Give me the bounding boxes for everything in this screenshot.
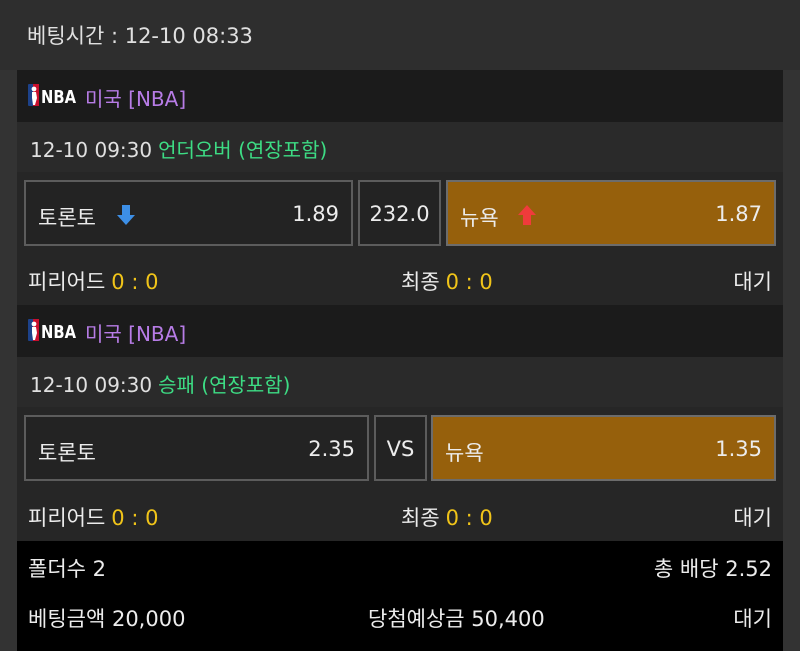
home-odds: 2.35 (308, 437, 355, 461)
arrow-up-icon (518, 205, 536, 225)
expected-win: 당첨예상금 50,400 (368, 607, 545, 631)
home-team-name: 토론토 (38, 441, 96, 465)
arrow-down-icon (117, 205, 135, 225)
bet-summary: 폴더수 2 총 배당 2.52 베팅금액 20,000 당첨예상금 50,400… (17, 541, 783, 651)
away-odds: 1.35 (715, 437, 762, 461)
vs-label: VS (386, 437, 415, 461)
away-odds-button[interactable]: 뉴욕 1.35 (431, 415, 776, 481)
game-status: 대기 (733, 506, 772, 530)
home-odds-button[interactable]: 토론토 2.35 (24, 415, 369, 481)
folder-count: 폴더수 2 (28, 557, 106, 581)
final-label: 최종 (401, 506, 440, 530)
total-odds: 총 배당 2.52 (653, 557, 772, 581)
period-label: 피리어드 (28, 270, 106, 294)
away-odds: 1.87 (715, 202, 762, 226)
svg-text:NBA: NBA (41, 87, 76, 106)
final-score: 0 : 0 (445, 506, 493, 530)
game-status: 대기 (733, 270, 772, 294)
line-value-box: 232.0 (358, 180, 441, 246)
market-type: 언더오버 (연장포함) (158, 138, 328, 162)
away-team-name: 뉴욕 (445, 441, 484, 465)
period-score: 0 : 0 (111, 506, 159, 530)
game-info: 12-10 09:30 승패 (연장포함) (17, 357, 783, 407)
league-header: NBA 미국 [NBA] (17, 305, 783, 357)
bet-time-text: 베팅시간 : 12-10 08:33 (27, 24, 253, 48)
vs-box: VS (374, 415, 427, 481)
period-score: 0 : 0 (111, 270, 159, 294)
bet-status: 대기 (733, 607, 772, 631)
market-type: 승패 (연장포함) (158, 373, 291, 397)
league-name: 미국 [NBA] (85, 322, 187, 346)
league-name: 미국 [NBA] (85, 87, 187, 111)
score-line: 피리어드 0 : 0 최종 0 : 0 대기 (17, 489, 783, 541)
home-team-name: 토론토 (38, 206, 96, 230)
home-odds-button[interactable]: 토론토 1.89 (24, 180, 353, 246)
nba-logo-icon: NBA (28, 319, 76, 341)
period-label: 피리어드 (28, 506, 106, 530)
final-label: 최종 (401, 270, 440, 294)
bet-amount: 베팅금액 20,000 (28, 607, 186, 631)
league-header: NBA 미국 [NBA] (17, 70, 783, 122)
nba-logo-icon: NBA (28, 84, 76, 106)
away-odds-button[interactable]: 뉴욕 1.87 (446, 180, 776, 246)
game-info: 12-10 09:30 언더오버 (연장포함) (17, 122, 783, 172)
line-value: 232.0 (369, 202, 430, 226)
summary-row: 폴더수 2 총 배당 2.52 (17, 541, 783, 591)
summary-row: 베팅금액 20,000 당첨예상금 50,400 대기 (17, 591, 783, 641)
bet-time-header: 베팅시간 : 12-10 08:33 (0, 0, 800, 70)
score-line: 피리어드 0 : 0 최종 0 : 0 대기 (17, 253, 783, 305)
svg-text:NBA: NBA (41, 322, 76, 341)
final-score: 0 : 0 (445, 270, 493, 294)
game-datetime: 12-10 09:30 (30, 138, 153, 162)
away-team-name: 뉴욕 (460, 206, 499, 230)
home-odds: 1.89 (292, 202, 339, 226)
game-datetime: 12-10 09:30 (30, 373, 153, 397)
